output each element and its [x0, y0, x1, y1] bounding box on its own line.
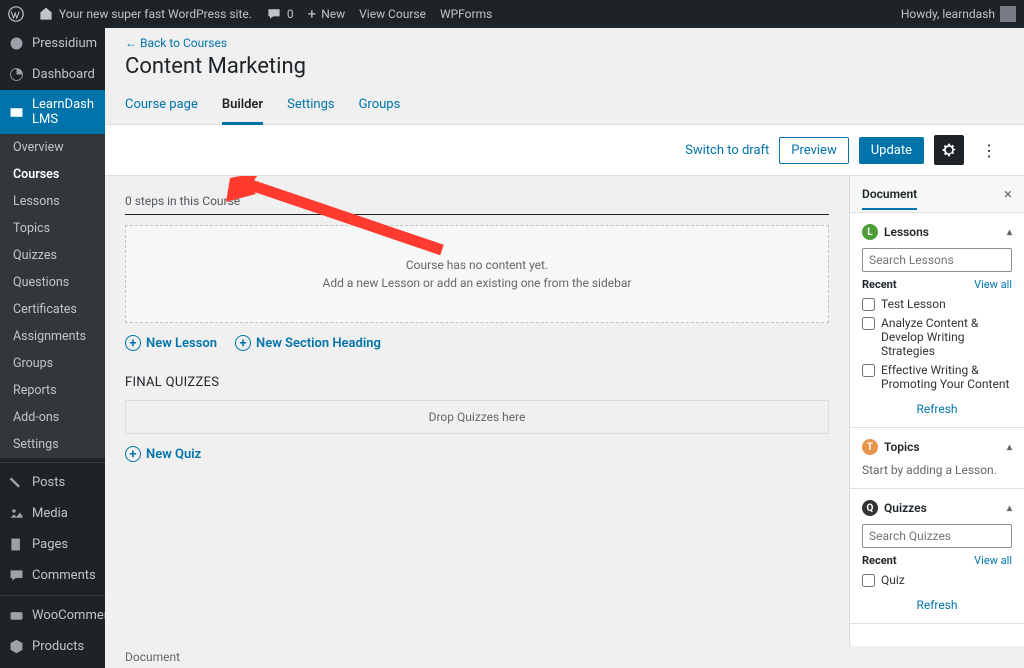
admin-sidebar: Pressidium Dashboard LearnDash LMS Overv…	[0, 28, 105, 668]
lesson-item[interactable]: Test Lesson	[862, 297, 1012, 311]
submenu-overview[interactable]: Overview	[0, 134, 105, 161]
close-icon[interactable]: ×	[1004, 185, 1012, 203]
learndash-submenu: Overview Courses Lessons Topics Quizzes …	[0, 134, 105, 458]
document-panel: Document × LLessons ▴ Recent View all Tes…	[849, 176, 1024, 646]
sidebar-item-pressidium[interactable]: Pressidium	[0, 28, 105, 59]
sidebar-item-dashboard[interactable]: Dashboard	[0, 59, 105, 90]
steps-count: 0 steps in this Course	[125, 188, 829, 215]
sidebar-item-comments[interactable]: Comments	[0, 560, 105, 591]
quiz-drop-zone[interactable]: Drop Quizzes here	[125, 400, 829, 434]
chevron-up-icon: ▴	[1007, 442, 1012, 453]
new-quiz-button[interactable]: +New Quiz	[125, 446, 201, 462]
tab-settings[interactable]: Settings	[287, 91, 334, 124]
sidebar-item-pages[interactable]: Pages	[0, 529, 105, 560]
view-all-lessons[interactable]: View all	[974, 278, 1012, 291]
submenu-questions[interactable]: Questions	[0, 269, 105, 296]
submenu-addons[interactable]: Add-ons	[0, 404, 105, 431]
empty-line1: Course has no content yet.	[136, 258, 818, 272]
chevron-up-icon: ▴	[1007, 227, 1012, 238]
empty-course-box: Course has no content yet. Add a new Les…	[125, 225, 829, 323]
admin-bar: Your new super fast WordPress site. 0 +N…	[0, 0, 1024, 28]
plus-icon: +	[125, 335, 141, 351]
avatar	[1000, 6, 1016, 22]
empty-line2: Add a new Lesson or add an existing one …	[136, 276, 818, 290]
new-section-button[interactable]: +New Section Heading	[235, 335, 381, 351]
submenu-lessons[interactable]: Lessons	[0, 188, 105, 215]
howdy-user[interactable]: Howdy, learndash	[901, 6, 1016, 22]
submenu-assignments[interactable]: Assignments	[0, 323, 105, 350]
lesson-checkbox[interactable]	[862, 364, 875, 377]
chevron-up-icon: ▴	[1007, 503, 1012, 514]
course-tabs: Course page Builder Settings Groups	[105, 91, 1024, 125]
back-to-courses[interactable]: ← Back to Courses	[105, 28, 1024, 52]
topics-panel-toggle[interactable]: TTopics ▴	[862, 439, 1012, 455]
tab-builder[interactable]: Builder	[222, 91, 263, 125]
wpforms-link[interactable]: WPForms	[440, 7, 492, 21]
topics-badge-icon: T	[862, 439, 878, 455]
submenu-quizzes[interactable]: Quizzes	[0, 242, 105, 269]
submenu-reports[interactable]: Reports	[0, 377, 105, 404]
plus-icon: +	[235, 335, 251, 351]
sidebar-item-learndash[interactable]: LearnDash LMS	[0, 90, 105, 134]
plus-icon: +	[125, 446, 141, 462]
builder-area: 0 steps in this Course Course has no con…	[105, 176, 849, 646]
submenu-certificates[interactable]: Certificates	[0, 296, 105, 323]
search-lessons-input[interactable]	[862, 248, 1012, 272]
refresh-quizzes[interactable]: Refresh	[862, 592, 1012, 612]
sidebar-item-analytics[interactable]: Analytics	[0, 662, 105, 668]
submenu-settings[interactable]: Settings	[0, 431, 105, 458]
sidebar-item-posts[interactable]: Posts	[0, 467, 105, 498]
preview-button[interactable]: Preview	[779, 137, 848, 164]
refresh-lessons[interactable]: Refresh	[862, 396, 1012, 416]
quizzes-panel-toggle[interactable]: QQuizzes ▴	[862, 500, 1012, 516]
sidebar-item-products[interactable]: Products	[0, 631, 105, 662]
view-course[interactable]: View Course	[359, 7, 426, 21]
lessons-badge-icon: L	[862, 224, 878, 240]
tab-groups[interactable]: Groups	[359, 91, 401, 124]
lesson-item[interactable]: Analyze Content & Develop Writing Strate…	[862, 316, 1012, 358]
comments-count[interactable]: 0	[266, 6, 294, 22]
lesson-item[interactable]: Effective Writing & Promoting Your Conte…	[862, 363, 1012, 391]
search-quizzes-input[interactable]	[862, 524, 1012, 548]
wp-logo[interactable]	[8, 6, 24, 22]
site-name[interactable]: Your new super fast WordPress site.	[38, 6, 252, 22]
new-lesson-button[interactable]: +New Lesson	[125, 335, 217, 351]
submenu-groups[interactable]: Groups	[0, 350, 105, 377]
topics-hint: Start by adding a Lesson.	[862, 463, 1012, 477]
recent-label: Recent	[862, 554, 897, 567]
tab-course-page[interactable]: Course page	[125, 91, 198, 124]
footer-label: Document	[105, 646, 1024, 668]
switch-to-draft[interactable]: Switch to draft	[685, 143, 769, 158]
lesson-checkbox[interactable]	[862, 298, 875, 311]
quiz-item[interactable]: Quiz	[862, 573, 1012, 587]
sidebar-item-woocommerce[interactable]: WooCommerce	[0, 600, 105, 631]
quiz-checkbox[interactable]	[862, 574, 875, 587]
page-title: Content Marketing	[105, 52, 1024, 91]
sidebar-item-media[interactable]: Media	[0, 498, 105, 529]
lesson-checkbox[interactable]	[862, 317, 875, 330]
final-quizzes-heading: FINAL QUIZZES	[125, 375, 829, 390]
settings-gear-button[interactable]	[934, 135, 964, 165]
toolbar: Switch to draft Preview Update ⋮	[105, 125, 1024, 176]
submenu-topics[interactable]: Topics	[0, 215, 105, 242]
lessons-panel-toggle[interactable]: LLessons ▴	[862, 224, 1012, 240]
recent-label: Recent	[862, 278, 897, 291]
more-options-button[interactable]: ⋮	[974, 135, 1004, 165]
new-content[interactable]: +New	[308, 5, 345, 23]
view-all-quizzes[interactable]: View all	[974, 554, 1012, 567]
update-button[interactable]: Update	[859, 137, 924, 164]
quizzes-badge-icon: Q	[862, 500, 878, 516]
doc-panel-title[interactable]: Document	[862, 187, 917, 210]
submenu-courses[interactable]: Courses	[0, 161, 105, 188]
